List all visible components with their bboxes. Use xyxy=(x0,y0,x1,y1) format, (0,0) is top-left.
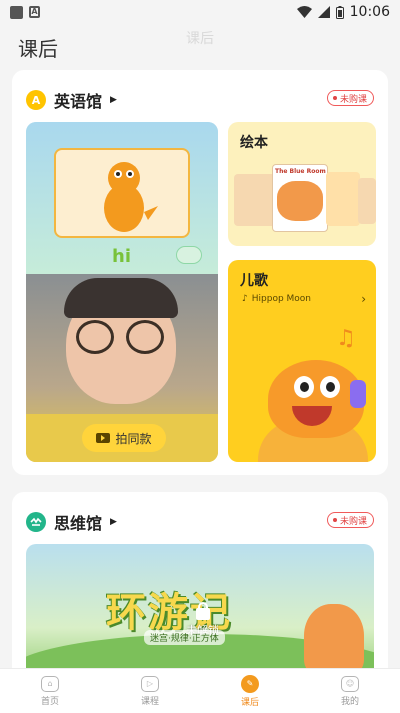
tab-course[interactable]: ▷ 课程 xyxy=(100,669,200,713)
ghost-title: 课后 xyxy=(186,31,214,47)
tab-profile[interactable]: ☺ 我的 xyxy=(300,669,400,713)
tab-after-class-label: 课后 xyxy=(240,697,259,708)
banner-dino xyxy=(304,604,364,674)
after-class-icon: ✎ xyxy=(241,674,259,693)
kid-camera-frame: 拍同款 xyxy=(26,274,218,462)
picture-book-tile[interactable]: 绘本 The Blue Room xyxy=(228,122,376,246)
badge-dot-icon xyxy=(332,518,337,522)
triangle-right-icon: ▶ xyxy=(110,95,117,105)
book-cover-3 xyxy=(326,172,360,226)
tab-after-class[interactable]: ✎ 课后 xyxy=(200,669,300,713)
triangle-right-icon: ▶ xyxy=(110,517,117,527)
dino-mouth xyxy=(292,406,332,426)
songs-subtitle-text: Hippop Moon xyxy=(251,294,312,304)
tab-home-label: 首页 xyxy=(40,696,59,707)
sound-wave-icon xyxy=(176,246,202,264)
notification-icon: A xyxy=(29,6,40,18)
banner-subtitle: 迷宫·规律·正方体 xyxy=(144,630,225,645)
not-purchased-badge: 未购课 xyxy=(326,512,374,528)
bottom-tab-bar: ⌂ 首页 ▷ 课程 ✎ 课后 ☺ 我的 xyxy=(0,668,400,713)
english-hall-card: A 英语馆 ▶ 未购课 hi 拍同款 绘本 The Blue Room 儿歌 ♪… xyxy=(12,70,388,475)
status-bar: A 10:06 xyxy=(0,0,400,24)
wifi-icon xyxy=(296,6,312,18)
lock-icon-body xyxy=(195,608,210,620)
book-cover-art xyxy=(277,181,323,221)
book-cover-title: The Blue Room xyxy=(275,168,326,175)
badge-dot-icon xyxy=(332,96,337,100)
badge-label: 未购课 xyxy=(339,516,367,527)
hi-text: hi xyxy=(112,246,131,267)
video-camera-icon xyxy=(96,433,111,443)
tab-course-label: 课程 xyxy=(140,696,159,707)
glasses-left xyxy=(76,320,114,354)
cartoon-screen xyxy=(54,148,190,238)
songs-tile[interactable]: 儿歌 ♪ Hippop Moon › ♫ xyxy=(228,260,376,462)
cartoon-video-frame: hi xyxy=(26,122,218,274)
signal-icon xyxy=(317,6,330,18)
english-hall-title: 英语馆 xyxy=(54,92,103,111)
not-purchased-badge: 未购课 xyxy=(326,90,374,106)
dino-eye-right xyxy=(320,376,340,398)
music-note-icon: ♪ xyxy=(242,294,248,304)
status-time: 10:06 xyxy=(349,4,390,20)
thinking-hall-header[interactable]: 思维馆 ▶ xyxy=(26,510,117,534)
thinking-hall-title: 思维馆 xyxy=(54,514,103,533)
dino-character-icon xyxy=(104,162,158,232)
shoot-same-button[interactable]: 拍同款 xyxy=(82,424,166,452)
book-cover-2: The Blue Room xyxy=(272,164,328,232)
page-title: 课后 xyxy=(18,37,58,61)
english-hall-header[interactable]: A 英语馆 ▶ xyxy=(26,88,117,112)
glasses-right xyxy=(126,320,164,354)
home-icon: ⌂ xyxy=(41,675,59,692)
thinking-hall-icon xyxy=(26,512,46,532)
course-icon: ▷ xyxy=(141,675,159,692)
songs-subtitle: ♪ Hippop Moon xyxy=(242,294,311,304)
headphones-icon xyxy=(350,380,366,408)
book-cover-1 xyxy=(234,174,276,226)
profile-icon: ☺ xyxy=(341,675,359,692)
music-notes-icon: ♫ xyxy=(336,326,356,351)
shoot-same-label: 拍同款 xyxy=(115,431,152,446)
english-hall-icon: A xyxy=(26,90,46,110)
kid-hair xyxy=(64,278,178,318)
picture-book-title: 绘本 xyxy=(240,135,268,151)
thinking-hall-card: 思维馆 ▶ 未购课 环游记 未解锁 迷宫·规律·正方体 xyxy=(12,492,388,692)
book-cover-4 xyxy=(358,178,376,224)
dino-eye-left xyxy=(294,376,314,398)
songs-title: 儿歌 xyxy=(240,273,268,289)
battery-icon xyxy=(335,5,344,19)
video-tile[interactable]: hi 拍同款 xyxy=(26,122,218,462)
tab-profile-label: 我的 xyxy=(340,696,359,707)
app-icon xyxy=(10,5,23,19)
tab-home[interactable]: ⌂ 首页 xyxy=(0,669,100,713)
badge-label: 未购课 xyxy=(339,94,367,105)
chevron-right-icon: › xyxy=(361,292,366,306)
thinking-banner[interactable]: 环游记 未解锁 迷宫·规律·正方体 xyxy=(26,544,374,684)
